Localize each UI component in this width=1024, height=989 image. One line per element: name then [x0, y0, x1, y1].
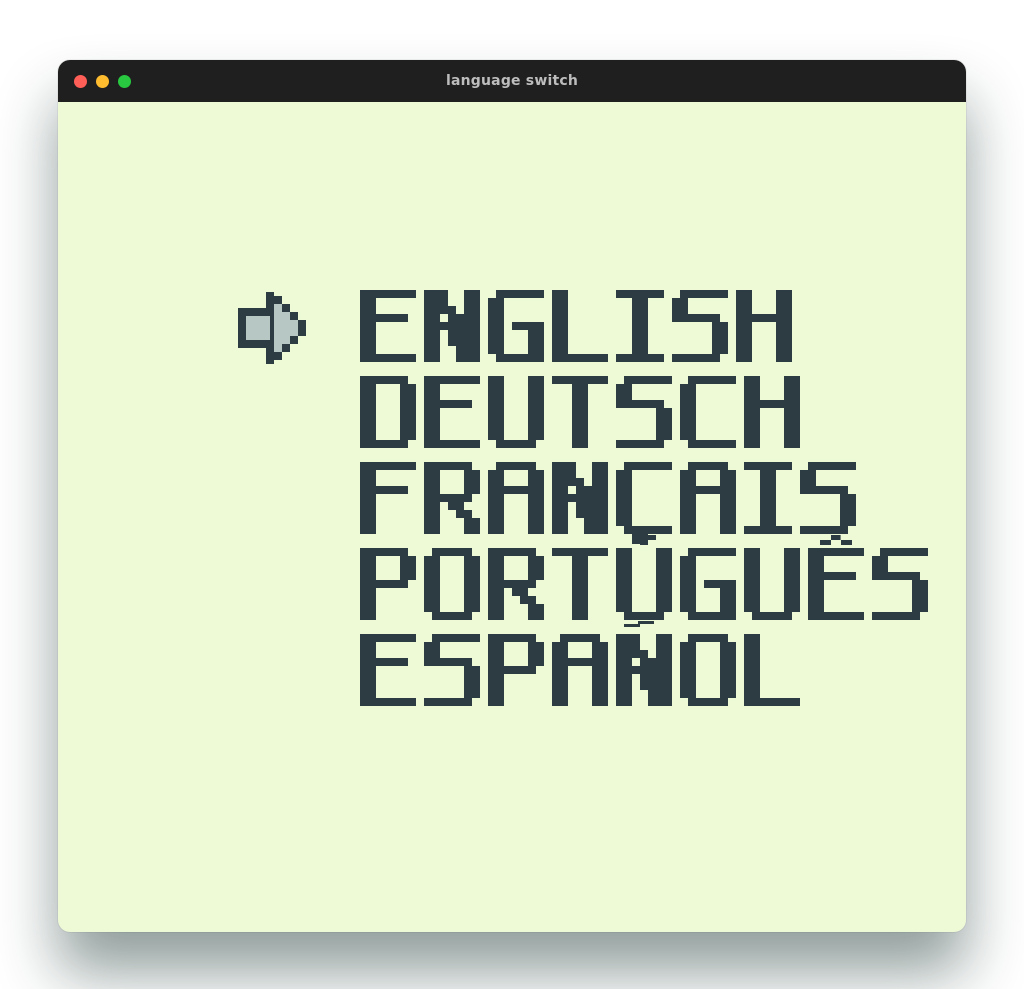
language-option-espanol[interactable]: ESPAÑOL	[360, 634, 928, 706]
app-window: language switch	[58, 60, 966, 932]
language-option-francais[interactable]: FRANÇAIS	[360, 462, 928, 534]
language-list: ENGLISH DEUTSCH FRANÇAIS PORTUGUÊS ESPAÑ	[360, 290, 928, 706]
lcd-screen: ENGLISH DEUTSCH FRANÇAIS PORTUGUÊS ESPAÑ	[58, 102, 966, 932]
language-option-deutsch[interactable]: DEUTSCH	[360, 376, 928, 448]
titlebar: language switch	[58, 60, 966, 102]
zoom-icon[interactable]	[118, 75, 131, 88]
close-icon[interactable]	[74, 75, 87, 88]
language-option-english[interactable]: ENGLISH	[360, 290, 928, 362]
language-option-portugues[interactable]: PORTUGUÊS	[360, 548, 928, 620]
arrow-right-icon	[238, 292, 318, 364]
language-menu: ENGLISH DEUTSCH FRANÇAIS PORTUGUÊS ESPAÑ	[238, 290, 928, 706]
window-title: language switch	[58, 73, 966, 89]
window-controls	[58, 75, 131, 88]
minimize-icon[interactable]	[96, 75, 109, 88]
